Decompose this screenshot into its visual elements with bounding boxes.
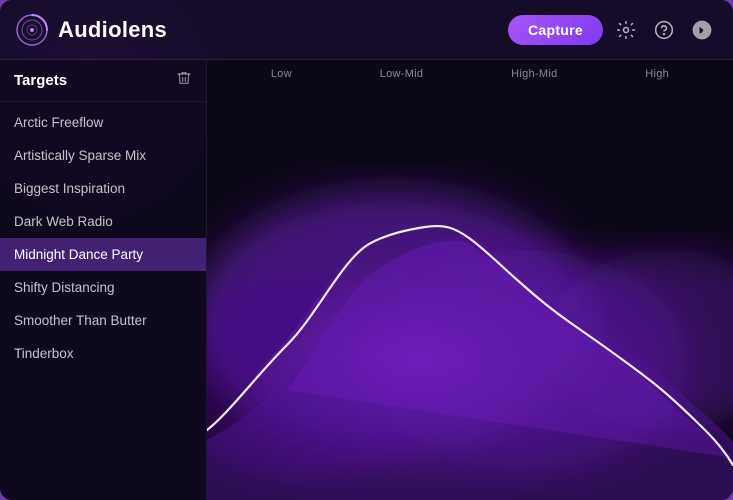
sidebar-header: Targets (0, 60, 206, 102)
help-icon (654, 20, 674, 40)
sidebar-item-arctic-freeflow[interactable]: Arctic Freeflow (0, 106, 206, 139)
plugin-icon (691, 19, 713, 41)
sidebar-item-artistically-sparse[interactable]: Artistically Sparse Mix (0, 139, 206, 172)
spectrum-visualization (207, 60, 733, 500)
sidebar: Targets Arctic FreeflowArtistically Spar… (0, 60, 207, 500)
delete-icon[interactable] (176, 70, 192, 91)
freq-low-mid: Low-Mid (380, 68, 424, 80)
header-right: Capture (508, 15, 717, 45)
sidebar-item-shifty-distancing[interactable]: Shifty Distancing (0, 271, 206, 304)
settings-button[interactable] (611, 15, 641, 45)
help-button[interactable] (649, 15, 679, 45)
sidebar-list: Arctic FreeflowArtistically Sparse MixBi… (0, 102, 206, 500)
visualizer: Low Low-Mid High-Mid High (207, 60, 733, 500)
app-title: Audiolens (58, 17, 167, 43)
freq-high: High (645, 68, 669, 80)
sidebar-item-midnight-dance-party[interactable]: Midnight Dance Party (0, 238, 206, 271)
sidebar-item-dark-web-radio[interactable]: Dark Web Radio (0, 205, 206, 238)
freq-low: Low (271, 68, 292, 80)
plugin-button[interactable] (687, 15, 717, 45)
sidebar-item-tinderbox[interactable]: Tinderbox (0, 337, 206, 370)
settings-icon (616, 20, 636, 40)
header: Audiolens Capture (0, 0, 733, 60)
logo-icon (16, 14, 48, 46)
capture-button[interactable]: Capture (508, 15, 603, 45)
header-left: Audiolens (16, 14, 167, 46)
freq-high-mid: High-Mid (511, 68, 557, 80)
sidebar-item-smoother-than-butter[interactable]: Smoother Than Butter (0, 304, 206, 337)
main-content: Targets Arctic FreeflowArtistically Spar… (0, 60, 733, 500)
sidebar-item-biggest-inspiration[interactable]: Biggest Inspiration (0, 172, 206, 205)
sidebar-title: Targets (14, 72, 67, 89)
freq-labels: Low Low-Mid High-Mid High (207, 68, 733, 80)
app-window: Audiolens Capture (0, 0, 733, 500)
